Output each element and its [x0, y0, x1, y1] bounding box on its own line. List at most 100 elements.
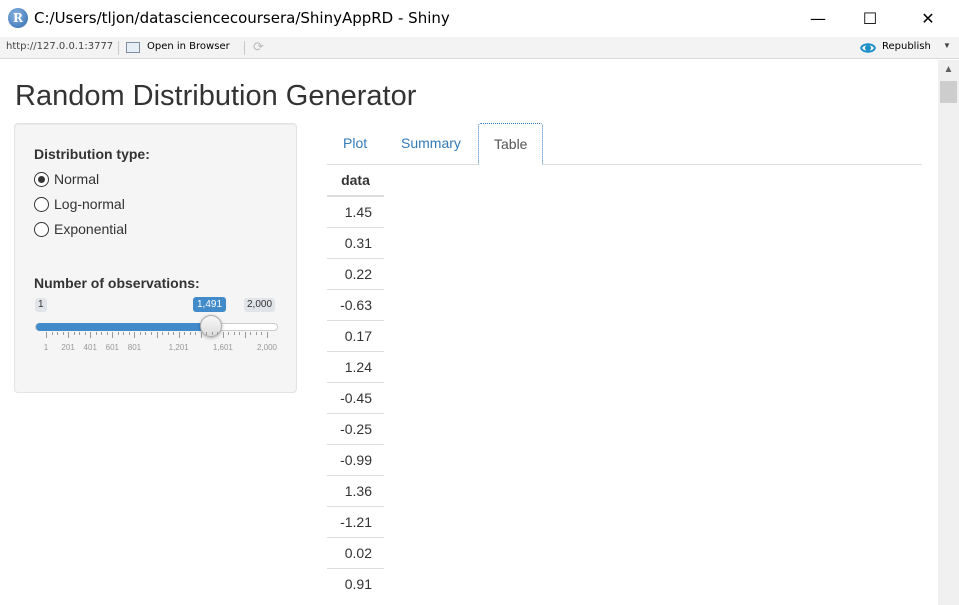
- scroll-up-icon[interactable]: ▲: [938, 60, 959, 80]
- table-cell: 0.02: [327, 536, 384, 568]
- slider-tick: [134, 332, 136, 338]
- slider-tick: [261, 332, 263, 335]
- slider-tick: [200, 332, 202, 338]
- table-row: 1.36: [327, 474, 384, 506]
- slider-tick: [211, 332, 213, 335]
- slider-tick: [150, 332, 152, 335]
- radio-label: Normal: [54, 171, 100, 187]
- slider-tick: [222, 332, 224, 338]
- maximize-button[interactable]: ☐: [847, 0, 893, 37]
- table-cell: -0.63: [327, 288, 384, 320]
- slider-tick-label: 1,201: [168, 343, 189, 352]
- table-cell: -0.99: [327, 443, 384, 475]
- republish-icon[interactable]: [860, 41, 876, 55]
- slider-tick: [173, 332, 175, 335]
- slider-tick-label: 2,000: [256, 343, 278, 352]
- slider-tick: [73, 332, 75, 335]
- slider-tick: [156, 332, 158, 338]
- slider-tick: [117, 332, 119, 335]
- observations-label: Number of observations:: [34, 275, 200, 291]
- data-table: data 1.45 0.31 0.22 -0.63 0.17 1.24 -0.45 -0.25…: [327, 165, 384, 599]
- radio-button[interactable]: [34, 197, 49, 212]
- table-row: -1.21: [327, 505, 384, 537]
- slider-tick-label: 201: [61, 343, 75, 352]
- slider-tick: [184, 332, 186, 335]
- close-button[interactable]: ✕: [905, 0, 951, 37]
- toolbar-divider: [244, 41, 245, 55]
- table-cell: 1.45: [327, 195, 384, 227]
- slider-tick: [178, 332, 180, 338]
- slider-tick-label: 801: [127, 343, 142, 352]
- table-row: -0.45: [327, 381, 384, 413]
- slider-tick: [95, 332, 97, 335]
- slider-tick: [57, 332, 59, 335]
- slider-track[interactable]: [35, 323, 278, 331]
- tab-plot[interactable]: Plot: [328, 123, 382, 165]
- scrollbar-thumb[interactable]: [940, 81, 957, 103]
- r-logo-icon: R: [8, 8, 28, 28]
- table-cell: -0.25: [327, 412, 384, 444]
- slider-tick: [84, 332, 86, 335]
- slider-max-label: 2,000: [244, 298, 276, 312]
- slider-tick: [195, 332, 197, 335]
- url-text: http://127.0.0.1:3777: [6, 41, 114, 52]
- slider-tick: [250, 332, 252, 335]
- distribution-type-label: Distribution type:: [34, 146, 150, 162]
- radio-label: Log-normal: [54, 196, 125, 212]
- table-row: 0.91: [327, 567, 384, 599]
- table-cell: 0.22: [327, 257, 384, 289]
- table-header-row: data: [327, 165, 384, 197]
- slider-tick-label: 601: [105, 343, 120, 352]
- slider-tick: [46, 332, 47, 338]
- slider-ticks: [35, 332, 278, 342]
- table-cell: 1.36: [327, 474, 384, 506]
- republish-button[interactable]: Republish: [882, 41, 931, 52]
- slider-tick: [139, 332, 141, 335]
- slider-tick: [101, 332, 103, 335]
- table-row: -0.25: [327, 412, 384, 444]
- slider-tick: [244, 332, 246, 338]
- radio-button[interactable]: [34, 222, 49, 237]
- tab-table[interactable]: Table: [478, 123, 544, 165]
- radio-label: Exponential: [54, 221, 128, 237]
- slider-tick: [255, 332, 257, 335]
- slider-tick: [239, 332, 241, 335]
- open-browser-icon[interactable]: [126, 42, 140, 53]
- table-row: 0.02: [327, 536, 384, 568]
- table-row: 1.45: [327, 195, 384, 227]
- slider-tick: [90, 332, 92, 338]
- table-row: -0.99: [327, 443, 384, 475]
- slider-tick: [112, 332, 114, 338]
- table-row: -0.63: [327, 288, 384, 320]
- table-row: 0.31: [327, 226, 384, 258]
- slider-fill: [36, 323, 212, 331]
- slider-tick-label: 1,601: [212, 343, 233, 352]
- table-cell: 0.17: [327, 319, 384, 351]
- table-row: 0.22: [327, 257, 384, 289]
- slider-tick-label: 1: [43, 343, 49, 352]
- table-row: 1.24: [327, 350, 384, 382]
- slider-tick: [267, 332, 268, 338]
- tabset: Plot Summary Table: [327, 123, 922, 165]
- window-title: C:/Users/tljon/datasciencecoursera/Shiny…: [34, 9, 450, 27]
- slider-tick: [206, 332, 208, 335]
- slider-tick: [162, 332, 164, 335]
- radio-button[interactable]: [34, 172, 49, 187]
- refresh-icon[interactable]: ⟳: [253, 40, 267, 54]
- slider-tick: [79, 332, 81, 335]
- open-in-browser-button[interactable]: Open in Browser: [147, 41, 230, 52]
- table-cell: -0.45: [327, 381, 384, 413]
- table-cell: 0.91: [327, 567, 384, 599]
- vertical-scrollbar[interactable]: ▲: [938, 60, 959, 605]
- minimize-button[interactable]: —: [795, 0, 841, 37]
- table-body: 1.45 0.31 0.22 -0.63 0.17 1.24 -0.45 -0.25 -0.99…: [327, 195, 384, 599]
- slider-tick: [145, 332, 147, 335]
- slider-tick-label: 401: [83, 343, 97, 352]
- slider-tick: [217, 332, 219, 335]
- slider-tick: [62, 332, 64, 335]
- page-title: Random Distribution Generator: [15, 80, 417, 112]
- republish-dropdown-icon[interactable]: ▼: [943, 41, 951, 50]
- tab-summary[interactable]: Summary: [386, 123, 476, 165]
- slider-tick: [128, 332, 130, 335]
- slider-tick: [68, 332, 70, 338]
